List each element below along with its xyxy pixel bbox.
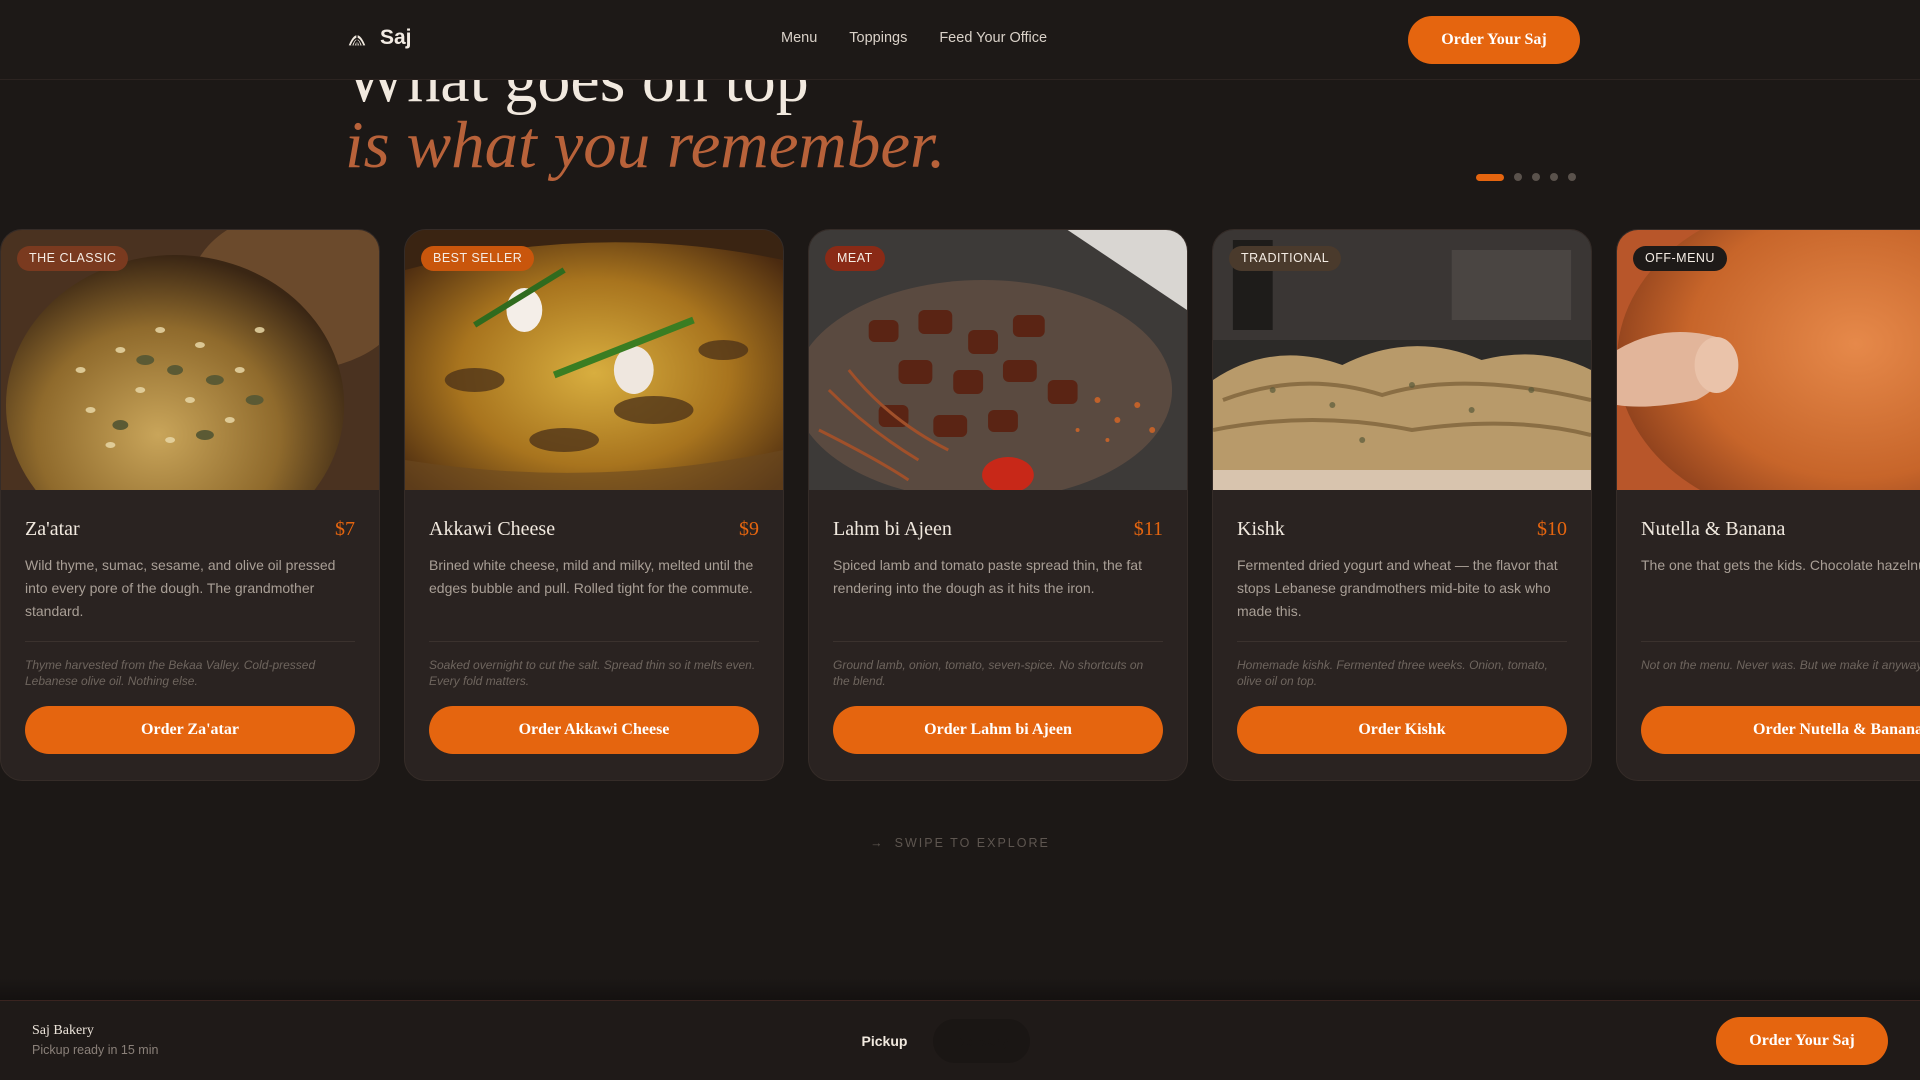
fulfillment-toggle[interactable]: Pickup Delivery (836, 1019, 1030, 1063)
nav-toppings[interactable]: Toppings (849, 30, 907, 46)
card-description: Fermented dried yogurt and wheat — the f… (1237, 557, 1558, 619)
card-description: Spiced lamb and tomato paste spread thin… (833, 557, 1142, 596)
divider (1641, 641, 1920, 642)
order-kishk-button[interactable]: Order Kishk (1237, 706, 1567, 754)
top-nav-bar: Saj Menu Toppings Feed Your Office Order… (0, 0, 1920, 80)
carousel-dot-1[interactable] (1476, 173, 1504, 181)
order-akkawi-cheese-button[interactable]: Order Akkawi Cheese (429, 706, 759, 754)
nav-menu[interactable]: Menu (781, 30, 817, 46)
store-name: Saj Bakery (32, 1023, 94, 1038)
card-title: Za'atar (25, 518, 80, 540)
swipe-hint: → SWIPE TO EXPLORE (870, 836, 1050, 850)
divider (833, 641, 1163, 642)
carousel-dots (1476, 173, 1576, 181)
carousel-dot-4[interactable] (1550, 173, 1558, 181)
card-badge: OFF-MENU (1633, 246, 1727, 271)
menu-card-lahm-bi-ajeen[interactable]: MEAT Lahm bi Ajeen $11 Spiced lamb and t… (808, 229, 1188, 781)
headline-line-2: is what you remember. (345, 108, 946, 182)
card-description: Wild thyme, sumac, sesame, and olive oil… (25, 557, 336, 619)
brand[interactable]: Saj (346, 26, 412, 50)
menu-card-kishk[interactable]: TRADITIONAL Kishk $10 Fermented dried yo… (1212, 229, 1592, 781)
card-note: Thyme harvested from the Bekaa Valley. C… (25, 658, 316, 688)
menu-card-akkawi-cheese[interactable]: BEST SELLER Akkawi Cheese $9 Brined whit… (404, 229, 784, 781)
carousel-dot-5[interactable] (1568, 173, 1576, 181)
card-badge: TRADITIONAL (1229, 246, 1342, 271)
carousel-dot-3[interactable] (1532, 173, 1540, 181)
order-lahm-bi-ajeen-button[interactable]: Order Lahm bi Ajeen (833, 706, 1163, 754)
card-description: The one that gets the kids. Chocolate ha… (1641, 557, 1920, 573)
card-badge: MEAT (825, 246, 885, 271)
toggle-pickup[interactable]: Pickup (836, 1019, 933, 1063)
order-zaatar-button[interactable]: Order Za'atar (25, 706, 355, 754)
order-your-saj-button[interactable]: Order Your Saj (1408, 16, 1580, 64)
brand-name: Saj (380, 26, 412, 49)
bottom-order-your-saj-button[interactable]: Order Your Saj (1716, 1017, 1888, 1065)
saj-logo-icon (348, 30, 366, 46)
nav-feed-your-office[interactable]: Feed Your Office (939, 30, 1047, 46)
card-badge: THE CLASSIC (17, 246, 129, 271)
card-title: Kishk (1237, 518, 1285, 540)
card-price: $7 (335, 518, 355, 540)
card-price: $10 (1537, 518, 1567, 540)
pickup-status: Pickup ready in 15 min (32, 1043, 159, 1057)
menu-carousel[interactable]: THE CLASSIC Za'atar $7 Wild thyme, sumac… (0, 229, 1920, 781)
menu-card-zaatar[interactable]: THE CLASSIC Za'atar $7 Wild thyme, sumac… (0, 229, 380, 781)
menu-card-nutella-banana[interactable]: OFF-MENU Nutella & Banana The one that g… (1616, 229, 1920, 781)
divider (25, 641, 355, 642)
card-title: Lahm bi Ajeen (833, 518, 952, 540)
carousel-dot-2[interactable] (1514, 173, 1522, 181)
toggle-delivery[interactable]: Delivery (933, 1019, 1030, 1063)
card-price: $11 (1133, 518, 1163, 540)
hero-headline: What goes on top is what you remember. (0, 80, 1920, 200)
order-nutella-banana-button[interactable]: Order Nutella & Banana (1641, 706, 1920, 754)
card-note: Ground lamb, onion, tomato, seven-spice.… (833, 658, 1144, 688)
arrow-right-icon: → (870, 836, 885, 850)
divider (1237, 641, 1567, 642)
divider (429, 641, 759, 642)
bottom-order-bar: Saj Bakery Pickup ready in 15 min Pickup… (0, 1000, 1920, 1080)
bottom-divider (0, 978, 1920, 1000)
main-nav: Menu Toppings Feed Your Office (781, 30, 1047, 46)
card-note: Not on the menu. Never was. But we make … (1641, 658, 1920, 672)
card-note: Soaked overnight to cut the salt. Spread… (429, 658, 756, 688)
card-price: $9 (739, 518, 759, 540)
card-description: Brined white cheese, mild and milky, mel… (429, 557, 754, 596)
card-title: Nutella & Banana (1641, 518, 1786, 540)
card-title: Akkawi Cheese (429, 518, 556, 540)
card-badge: BEST SELLER (421, 246, 535, 271)
card-note: Homemade kishk. Fermented three weeks. O… (1237, 658, 1548, 688)
